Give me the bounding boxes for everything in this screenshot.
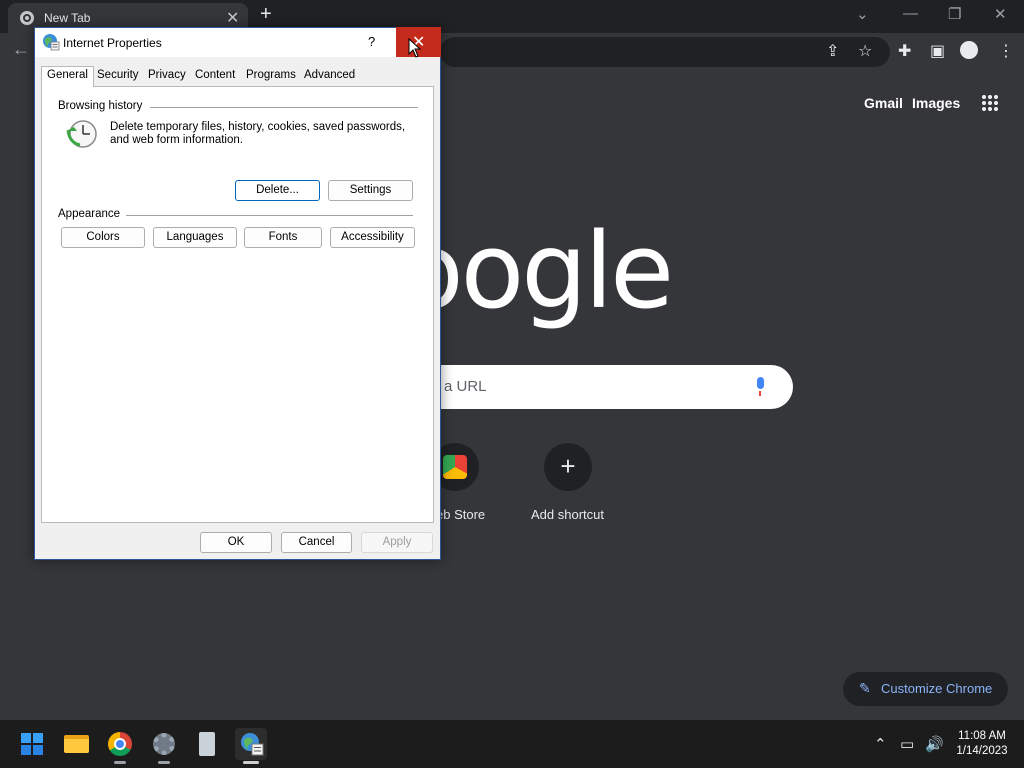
mouse-cursor-icon xyxy=(408,38,422,58)
show-hidden-icons-chevron-icon[interactable]: ⌃ xyxy=(874,735,887,753)
shortcut-label-web-store: eb Store xyxy=(436,507,486,522)
internet-options-icon xyxy=(241,733,264,756)
tab-search-chevron-icon[interactable]: ⌄ xyxy=(856,5,869,23)
dialog-tabs: General Security Privacy Content Program… xyxy=(41,66,434,87)
appearance-label: Appearance xyxy=(58,208,127,220)
browsing-history-label: Browsing history xyxy=(58,100,149,112)
customize-chrome-button[interactable]: ✎ Customize Chrome xyxy=(843,672,1008,706)
dialog-titlebar: Internet Properties ? ✕ xyxy=(35,27,441,58)
languages-button[interactable]: Languages xyxy=(153,227,237,248)
running-indicator xyxy=(243,761,259,764)
minimize-icon[interactable]: — xyxy=(903,5,918,22)
extensions-puzzle-icon[interactable]: ✚ xyxy=(898,41,911,61)
shortcut-label-add: Add shortcut xyxy=(531,507,604,522)
network-icon[interactable]: ▭ xyxy=(900,735,914,753)
tab-title: New Tab xyxy=(44,11,91,25)
bookmark-star-icon[interactable]: ☆ xyxy=(858,41,872,61)
internet-options-icon xyxy=(43,34,60,51)
tab-general[interactable]: General xyxy=(41,66,94,87)
taskbar-clock[interactable]: 11:08 AM 1/14/2023 xyxy=(952,729,1012,759)
tab-security[interactable]: Security xyxy=(97,69,139,81)
restore-icon[interactable]: ❐ xyxy=(948,5,961,23)
chrome-icon xyxy=(108,732,132,756)
tab-content[interactable]: Content xyxy=(195,69,235,81)
address-bar[interactable] xyxy=(440,37,890,67)
plus-icon: + xyxy=(560,451,576,481)
browsing-history-divider xyxy=(150,107,418,108)
google-apps-grid-icon[interactable] xyxy=(981,94,999,112)
taskbar-file-explorer[interactable] xyxy=(60,728,92,760)
delete-button[interactable]: Delete... xyxy=(235,180,320,201)
back-arrow-icon[interactable]: ← xyxy=(12,39,30,60)
browsing-history-clock-icon xyxy=(66,120,97,148)
gmail-link[interactable]: Gmail xyxy=(864,95,903,111)
tab-privacy[interactable]: Privacy xyxy=(148,69,186,81)
profile-avatar-icon[interactable] xyxy=(960,41,978,59)
general-tab-panel: Browsing history Delete temporary files,… xyxy=(41,86,434,523)
window-close-icon[interactable]: ✕ xyxy=(994,5,1007,23)
fonts-button[interactable]: Fonts xyxy=(244,227,322,248)
browsing-history-description: Delete temporary files, history, cookies… xyxy=(110,121,406,146)
folder-icon xyxy=(64,735,89,753)
cancel-button[interactable]: Cancel xyxy=(281,532,352,553)
windows-logo-icon xyxy=(21,733,43,755)
ok-button[interactable]: OK xyxy=(200,532,272,553)
customize-chrome-label: Customize Chrome xyxy=(881,681,993,696)
pencil-icon: ✎ xyxy=(859,680,871,696)
gear-icon xyxy=(153,733,175,755)
appearance-divider xyxy=(124,215,413,216)
images-link[interactable]: Images xyxy=(912,95,960,111)
accessibility-button[interactable]: Accessibility xyxy=(330,227,415,248)
colors-button[interactable]: Colors xyxy=(61,227,145,248)
tab-close-icon[interactable]: ✕ xyxy=(226,8,239,28)
taskbar-notepad[interactable] xyxy=(191,728,223,760)
search-box[interactable]: a URL xyxy=(400,365,793,409)
browsing-history-settings-button[interactable]: Settings xyxy=(328,180,413,201)
notepad-icon xyxy=(199,732,215,756)
voice-search-mic-icon[interactable] xyxy=(755,377,765,397)
dialog-title: Internet Properties xyxy=(63,36,162,50)
start-button[interactable] xyxy=(16,728,48,760)
internet-properties-dialog: Internet Properties ? ✕ General Security… xyxy=(34,27,441,560)
clock-time: 11:08 AM xyxy=(958,730,1006,742)
menu-kebab-icon[interactable]: ⋮ xyxy=(998,41,1014,61)
new-tab-button[interactable]: + xyxy=(260,3,272,26)
running-indicator xyxy=(158,761,170,764)
side-panel-icon[interactable]: ▣ xyxy=(930,41,945,61)
tab-advanced[interactable]: Advanced xyxy=(304,69,355,81)
running-indicator xyxy=(114,761,126,764)
taskbar-chrome[interactable] xyxy=(104,728,136,764)
volume-icon[interactable]: 🔊 xyxy=(925,735,944,753)
web-store-icon xyxy=(443,455,467,479)
apply-button: Apply xyxy=(361,532,433,553)
taskbar-settings[interactable] xyxy=(148,728,180,764)
tab-programs[interactable]: Programs xyxy=(246,69,296,81)
clock-date: 1/14/2023 xyxy=(956,745,1008,757)
windows-taskbar: ⌃ ▭ 🔊 11:08 AM 1/14/2023 xyxy=(0,720,1024,768)
help-button[interactable]: ? xyxy=(368,34,375,49)
search-placeholder: a URL xyxy=(444,378,487,395)
add-shortcut-button[interactable]: + xyxy=(544,443,592,491)
taskbar-internet-options[interactable] xyxy=(235,728,267,764)
share-icon[interactable]: ⇪ xyxy=(826,41,839,61)
chrome-favicon-icon xyxy=(20,11,34,25)
